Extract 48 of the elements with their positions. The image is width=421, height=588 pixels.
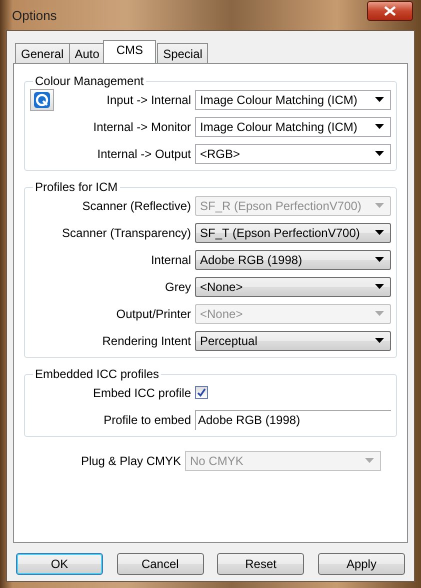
field-label: Grey [164,280,192,294]
tab[interactable]: Auto [68,43,106,63]
tab[interactable]: General [15,43,70,63]
close-button[interactable] [367,1,413,21]
tab[interactable]: CMS [103,40,156,63]
close-icon [384,6,396,16]
q-logo-icon [34,92,50,108]
field-label: Output/Printer [115,306,192,320]
dropdown[interactable]: <None> [195,276,391,296]
window-title: Options [12,8,57,22]
dropdown[interactable]: Adobe RGB (1998) [195,250,391,270]
dropdown-arrow-icon [375,97,384,102]
dialog-button[interactable]: OK [16,553,103,575]
field-label: Scanner (Transparency) [61,226,192,240]
checkbox[interactable] [195,386,208,399]
field-label: Scanner (Reflective) [81,198,192,212]
dropdown[interactable]: Image Colour Matching (ICM) [195,90,391,110]
dropdown[interactable]: Perceptual [195,330,391,350]
dropdown-arrow-icon [375,257,384,262]
field-label: Internal -> Monitor [92,120,192,134]
dropdown-arrow-icon [375,311,384,316]
tab[interactable]: Special [157,43,208,63]
field-label: Internal [150,252,192,266]
dropdown-arrow-icon [375,124,384,129]
dropdown-arrow-icon [375,338,384,343]
field-label: Plug & Play CMYK [80,454,182,468]
field-label: Internal -> Output [96,146,192,160]
dropdown[interactable]: SF_T (Epson PerfectionV700) [195,222,391,242]
dropdown-arrow-icon [375,230,384,235]
field-label: Embed ICC profile [92,386,192,400]
group-title: Profiles for ICM [34,180,119,194]
icon-button[interactable] [30,88,54,110]
dropdown[interactable]: <RGB> [195,144,391,164]
dialog-button[interactable]: Cancel [116,553,204,575]
group-title: Colour Management [34,74,145,88]
group-title: Embedded ICC profiles [34,367,160,381]
checkmark-icon [196,387,207,398]
dropdown-arrow-icon [375,151,384,156]
dropdown-arrow-icon [375,203,384,208]
field-label: Profile to embed [102,412,192,426]
dropdown[interactable]: Image Colour Matching (ICM) [195,116,391,136]
dropdown-arrow-icon [365,458,374,463]
dialog-button[interactable]: Reset [217,553,304,575]
dropdown-arrow-icon [375,284,384,289]
text-field[interactable]: Adobe RGB (1998) [195,410,391,430]
field-label: Rendering Intent [101,334,192,348]
field-label: Input -> Internal [106,92,192,106]
dialog-button[interactable]: Apply [318,553,405,575]
